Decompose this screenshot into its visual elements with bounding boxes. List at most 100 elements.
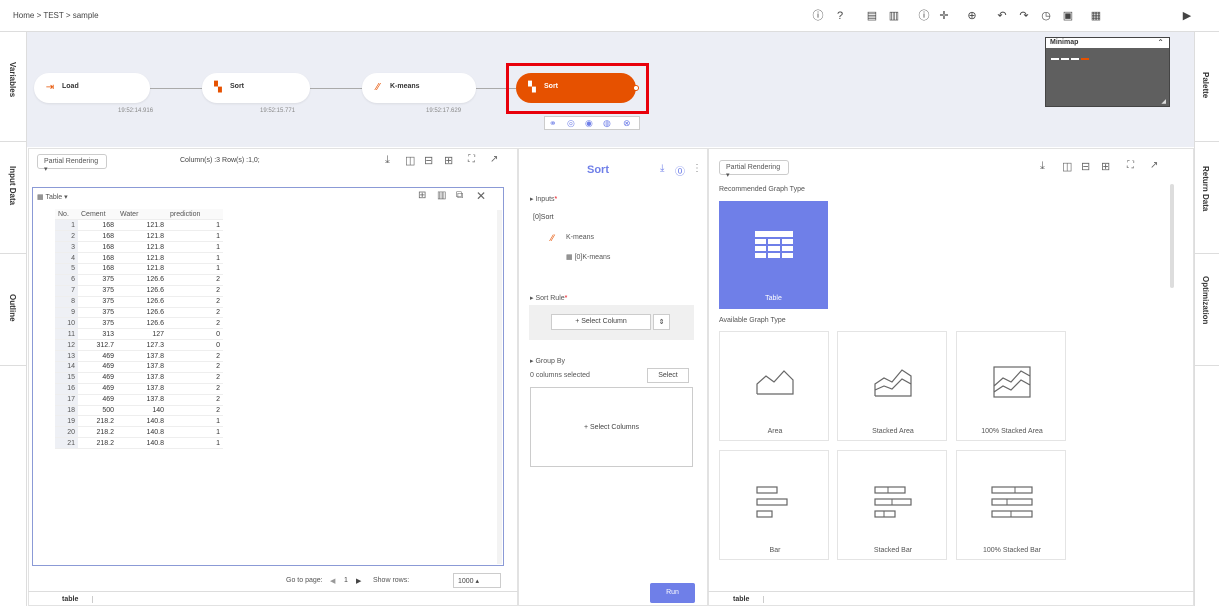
run-button[interactable]: Run xyxy=(650,583,695,603)
tab-table[interactable]: table xyxy=(62,596,94,603)
table-row[interactable]: 16 469 137.8 2 xyxy=(55,383,223,395)
column-header[interactable]: No. xyxy=(55,209,78,221)
graph-card-table[interactable]: Table xyxy=(719,201,828,309)
play-icon[interactable]: ▶ xyxy=(1181,10,1193,22)
move-icon[interactable]: ✛ xyxy=(938,10,950,22)
info-icon[interactable]: ⓘ xyxy=(812,10,824,22)
next-page-icon[interactable]: ▶ xyxy=(356,577,361,585)
node-load[interactable]: ⇥ Load 19:52:14.916 xyxy=(34,73,153,114)
select-columns-box[interactable]: + Select Columns xyxy=(530,387,693,467)
rail-tab-input-data[interactable]: Input Data xyxy=(0,142,27,254)
table-scrollbar[interactable] xyxy=(497,210,502,564)
stop-icon[interactable]: ◍ xyxy=(603,118,611,129)
prev-page-icon[interactable]: ◀ xyxy=(330,577,335,585)
table-row[interactable]: 7 375 126.6 2 xyxy=(55,285,223,297)
graph-card-stacked-area[interactable]: Stacked Area xyxy=(837,331,947,441)
fullscreen-icon[interactable]: ⛶ xyxy=(468,154,475,165)
rail-tab-return-data[interactable]: Return Data xyxy=(1194,142,1219,254)
sort-rule-section[interactable]: ▸ Sort Rule* xyxy=(530,294,567,302)
table-row[interactable]: 12 312.7 127.3 0 xyxy=(55,339,223,352)
table-row[interactable]: 10 375 126.6 2 xyxy=(55,317,223,330)
run-icon[interactable]: ◉ xyxy=(585,118,593,129)
rail-tab-variables[interactable]: Variables xyxy=(0,32,27,142)
minimap[interactable]: Minimap ⌃ ◢ xyxy=(1045,37,1170,107)
copy-icon[interactable]: ◎ xyxy=(567,118,575,129)
document-icon[interactable]: ▤ xyxy=(866,10,878,22)
graph-card-area[interactable]: Area xyxy=(719,331,829,441)
link-icon[interactable]: ⚭ xyxy=(549,118,557,129)
graph-card-100-stacked-area[interactable]: 100% Stacked Area xyxy=(956,331,1066,441)
render-mode-dropdown[interactable]: Partial Rendering ▾ xyxy=(719,160,789,179)
node-kmeans[interactable]: ⁄⁄ K-means 19:52:17.629 xyxy=(362,73,476,114)
output-port[interactable] xyxy=(633,85,639,91)
table-settings-icon[interactable]: ⊞ xyxy=(418,190,426,201)
grid-icon[interactable]: ⊞ xyxy=(1101,160,1110,173)
page-input[interactable]: 1 xyxy=(344,577,348,584)
group-by-section[interactable]: ▸ Group By xyxy=(530,357,565,365)
more-icon[interactable]: ⋮ xyxy=(692,163,702,174)
table-row[interactable]: 20 218.2 140.8 1 xyxy=(55,426,223,439)
render-mode-dropdown[interactable]: Partial Rendering ▾ xyxy=(37,154,107,173)
table-row[interactable]: 1 168 121.8 1 xyxy=(55,219,223,232)
table-row[interactable]: 8 375 126.6 2 xyxy=(55,296,223,308)
graph-card-stacked-bar[interactable]: Stacked Bar xyxy=(837,450,947,560)
table-row[interactable]: 3 168 121.8 1 xyxy=(55,241,223,254)
view-type-dropdown[interactable]: ▦ Table ▾ xyxy=(37,193,68,201)
circle-info-icon[interactable]: ⓘ xyxy=(918,10,930,22)
close-icon[interactable]: ✕ xyxy=(476,189,486,203)
node-sort[interactable]: ▚ Sort 19:52:15.771 xyxy=(202,73,310,114)
split-horizontal-icon[interactable]: ⊟ xyxy=(1081,160,1090,173)
grid-icon[interactable]: ⊞ xyxy=(444,154,453,167)
data-table[interactable]: No. Cement Water prediction 1 168 121.8 1 2 1… xyxy=(55,209,223,450)
sort-order-toggle[interactable]: ⇕ xyxy=(653,314,670,330)
delete-icon[interactable]: ⊗ xyxy=(623,118,631,129)
zoom-icon[interactable]: ⊕ xyxy=(966,10,978,22)
table-row[interactable]: 18 500 140 2 xyxy=(55,405,223,417)
graph-scrollbar[interactable] xyxy=(1170,184,1174,288)
table-row[interactable]: 11 313 127 0 xyxy=(55,328,223,341)
help-icon[interactable]: ? xyxy=(834,10,846,22)
input-kmeans[interactable]: K-means xyxy=(566,234,594,241)
table-row[interactable]: 14 469 137.8 2 xyxy=(55,361,223,373)
download-icon[interactable]: ⤓ xyxy=(660,163,664,174)
node-sort-active[interactable]: ▚ Sort xyxy=(516,73,639,103)
popout-icon[interactable]: ↗ xyxy=(490,154,498,165)
table-row[interactable]: 6 375 126.6 2 xyxy=(55,274,223,286)
download-icon[interactable]: ⤓ xyxy=(385,154,390,167)
inputs-section[interactable]: ▸ Inputs* xyxy=(530,195,557,203)
rail-tab-optimization[interactable]: Optimization xyxy=(1194,254,1219,366)
split-vertical-icon[interactable]: ◫ xyxy=(405,154,415,167)
calendar-icon[interactable]: ▦ xyxy=(1090,10,1102,22)
table-row[interactable]: 4 168 121.8 1 xyxy=(55,252,223,264)
show-rows-select[interactable]: 1000 ▴ xyxy=(453,573,501,588)
input-kmeans-sub[interactable]: ▦ [0]K-means xyxy=(566,253,610,261)
split-horizontal-icon[interactable]: ⊟ xyxy=(424,154,433,167)
graph-card-bar[interactable]: Bar xyxy=(719,450,829,560)
column-header[interactable]: Cement xyxy=(78,209,117,221)
download-icon[interactable]: ⤓ xyxy=(1040,160,1045,173)
rail-tab-outline[interactable]: Outline xyxy=(0,254,27,366)
table-row[interactable]: 17 469 137.8 2 xyxy=(55,394,223,406)
help-icon[interactable]: ⓪ xyxy=(675,163,685,178)
table-row[interactable]: 5 168 121.8 1 xyxy=(55,263,223,275)
breadcrumb[interactable]: Home > TEST > sample xyxy=(13,11,99,20)
copy-icon[interactable]: ⧉ xyxy=(456,190,463,201)
fullscreen-icon[interactable]: ⛶ xyxy=(1127,160,1134,171)
rail-tab-palette[interactable]: Palette xyxy=(1194,32,1219,142)
table-row[interactable]: 9 375 126.6 2 xyxy=(55,307,223,319)
popout-icon[interactable]: ↗ xyxy=(1150,160,1158,171)
redo-icon[interactable]: ↷ xyxy=(1018,10,1030,22)
undo-icon[interactable]: ↶ xyxy=(996,10,1008,22)
select-column-button[interactable]: + Select Column xyxy=(551,314,651,330)
resize-icon[interactable]: ◢ xyxy=(1161,98,1166,105)
table-row[interactable]: 15 469 137.8 2 xyxy=(55,372,223,384)
table-row[interactable]: 13 469 137.8 2 xyxy=(55,350,223,362)
table-row[interactable]: 21 218.2 140.8 1 xyxy=(55,437,223,450)
select-button[interactable]: Select xyxy=(647,368,689,383)
column-header[interactable]: prediction xyxy=(167,209,223,221)
clock-icon[interactable]: ◷ xyxy=(1040,10,1052,22)
save-icon[interactable]: ▣ xyxy=(1062,10,1074,22)
chart-icon[interactable]: ▥ xyxy=(437,190,446,201)
table-row[interactable]: 19 218.2 140.8 1 xyxy=(55,415,223,428)
graph-card-100-stacked-bar[interactable]: 100% Stacked Bar xyxy=(956,450,1066,560)
